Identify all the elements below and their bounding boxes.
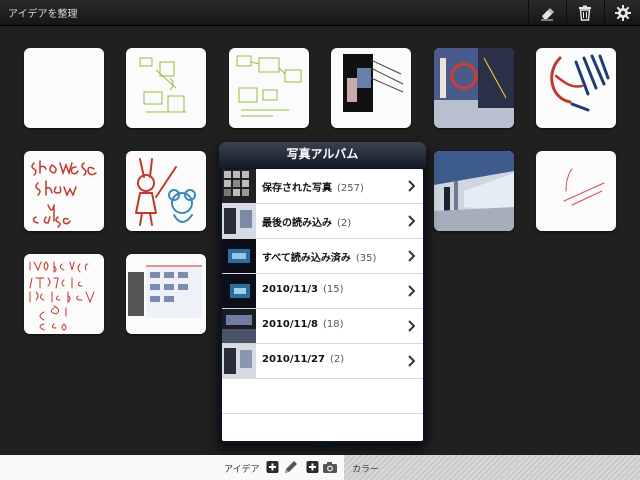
album-count: (35) xyxy=(355,253,377,264)
camera-icon[interactable] xyxy=(322,459,339,476)
album-thumbnail xyxy=(222,309,256,343)
idea-thumbnail[interactable] xyxy=(434,48,514,128)
album-count: (18) xyxy=(323,319,344,330)
album-row-2010-11-3[interactable]: 2010/11/3 (15) xyxy=(222,274,423,309)
album-label: 最後の読み込み (2) xyxy=(262,218,352,229)
trash-icon xyxy=(579,5,591,21)
album-row-2010-11-27[interactable]: 2010/11/27 (2) xyxy=(222,344,423,379)
app-title: アイデアを整理 xyxy=(8,9,78,20)
idea-thumbnail[interactable] xyxy=(126,48,206,128)
album-row-all-imported[interactable]: すべて読み込み済み (35) xyxy=(222,239,423,274)
album-count: (2) xyxy=(329,354,345,365)
album-thumbnail xyxy=(222,344,256,378)
album-label: 2010/11/3 (15) xyxy=(262,284,344,295)
popover-arrow xyxy=(314,442,332,452)
ideas-grid: 写真アルバム 保存された写真 (257) 最後の読み込み (2) すべて読み込み… xyxy=(0,26,640,454)
idea-label: アイデア xyxy=(224,465,260,475)
album-thumbnail xyxy=(222,169,256,203)
chevron-right-icon xyxy=(408,320,415,332)
album-list: 保存された写真 (257) 最後の読み込み (2) すべて読み込み済み (35)… xyxy=(222,169,423,441)
top-toolbar: アイデアを整理 xyxy=(0,0,640,26)
album-thumbnail xyxy=(222,274,256,308)
album-label: 保存された写真 (257) xyxy=(262,183,364,194)
album-thumbnail xyxy=(222,204,256,238)
idea-thumbnail[interactable] xyxy=(24,254,104,334)
idea-thumbnail[interactable] xyxy=(331,48,411,128)
idea-thumbnail[interactable] xyxy=(434,151,514,231)
color-panel-background xyxy=(344,455,640,480)
album-count: (15) xyxy=(323,284,344,295)
album-row-last-import[interactable]: 最後の読み込み (2) xyxy=(222,204,423,239)
idea-thumbnail[interactable] xyxy=(126,151,206,231)
settings-button[interactable] xyxy=(604,0,640,25)
idea-thumbnail[interactable] xyxy=(229,48,309,128)
eraser-button[interactable] xyxy=(528,0,565,25)
gear-icon xyxy=(615,4,631,21)
add-photo-button[interactable] xyxy=(306,459,323,476)
empty-row xyxy=(222,379,423,414)
idea-thumbnail[interactable] xyxy=(126,254,206,334)
empty-row xyxy=(222,414,423,441)
trash-button[interactable] xyxy=(566,0,603,25)
album-thumbnail xyxy=(222,239,256,273)
album-label: すべて読み込み済み (35) xyxy=(262,253,377,264)
chevron-right-icon xyxy=(408,215,415,227)
pencil-icon[interactable] xyxy=(282,459,299,476)
idea-thumbnail[interactable] xyxy=(536,151,616,231)
chevron-right-icon xyxy=(408,250,415,262)
photo-album-popover: 写真アルバム 保存された写真 (257) 最後の読み込み (2) すべて読み込み… xyxy=(219,142,426,452)
chevron-right-icon xyxy=(408,180,415,192)
idea-thumbnail[interactable] xyxy=(536,48,616,128)
popover-title: 写真アルバム xyxy=(219,142,426,168)
album-count: (2) xyxy=(337,218,352,229)
idea-thumbnail[interactable] xyxy=(24,48,104,128)
album-count: (257) xyxy=(337,183,364,194)
color-label: カラー xyxy=(352,465,380,475)
idea-thumbnail[interactable] xyxy=(24,151,104,231)
eraser-icon xyxy=(541,7,554,20)
bottom-toolbar: アイデア カラー xyxy=(0,455,640,480)
add-drawing-button[interactable] xyxy=(266,459,283,476)
chevron-right-icon xyxy=(408,355,415,367)
chevron-right-icon xyxy=(408,285,415,297)
album-label: 2010/11/27 (2) xyxy=(262,354,345,365)
album-row-2010-11-8[interactable]: 2010/11/8 (18) xyxy=(222,309,423,344)
album-label: 2010/11/8 (18) xyxy=(262,319,344,330)
album-row-saved-photos[interactable]: 保存された写真 (257) xyxy=(222,169,423,204)
